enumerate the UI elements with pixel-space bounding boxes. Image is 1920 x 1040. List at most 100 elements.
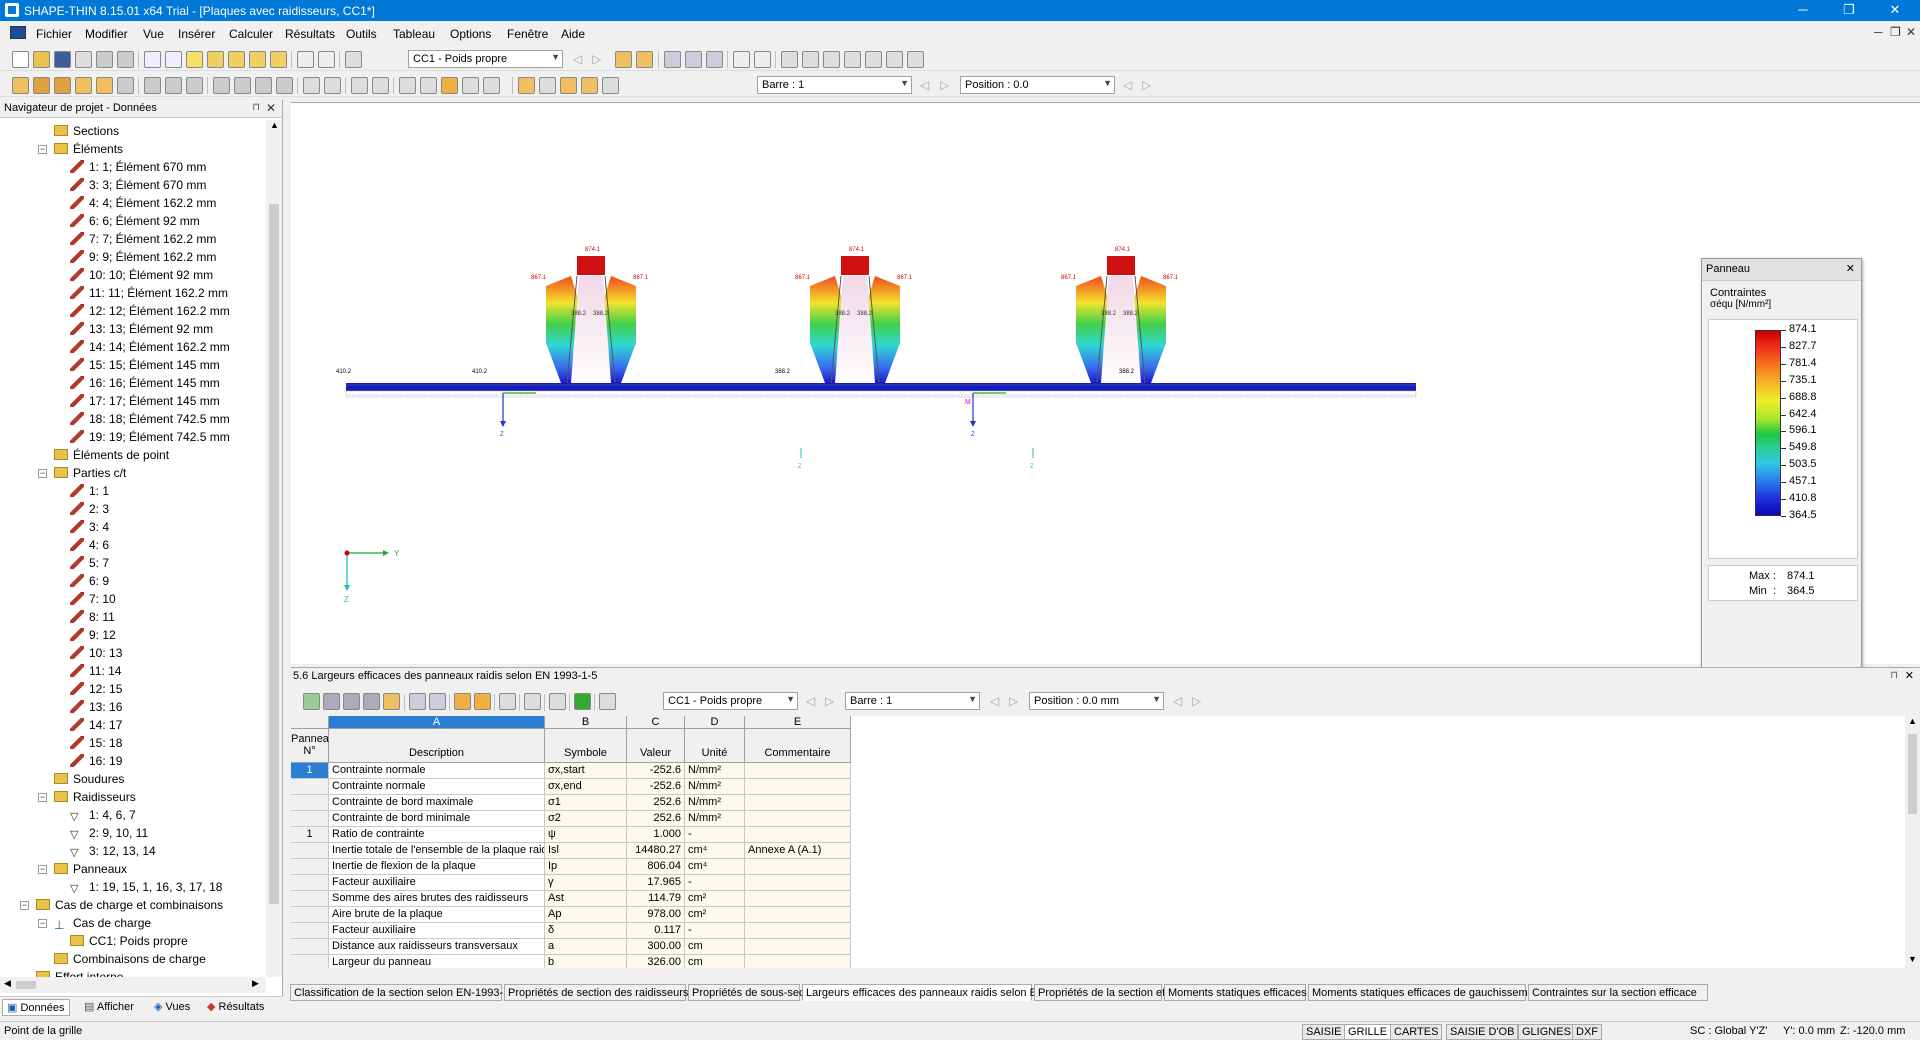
table-cell-comment[interactable]: Annexe A (A.1) bbox=[745, 843, 851, 859]
tree-item[interactable]: 3: 4 bbox=[70, 518, 109, 536]
sheet-tab[interactable]: Contraintes sur la section efficace bbox=[1528, 984, 1708, 1001]
status-saisie-obj-button[interactable]: SAISIE D'OB bbox=[1446, 1024, 1519, 1040]
close-button[interactable]: ✕ bbox=[1872, 0, 1918, 21]
table-close-icon[interactable]: ✕ bbox=[1905, 669, 1914, 682]
node-icon[interactable] bbox=[12, 77, 29, 94]
table-cell-description[interactable]: Contrainte normale bbox=[329, 763, 545, 779]
tree-item[interactable]: 6: 6; Élément 92 mm bbox=[70, 212, 200, 230]
table-cell-comment[interactable] bbox=[745, 907, 851, 923]
next-position-icon[interactable]: ▷ bbox=[1142, 78, 1151, 92]
table-cell-description[interactable]: Facteur auxiliaire bbox=[329, 923, 545, 939]
table-cell-symbol[interactable]: Ip bbox=[545, 859, 627, 875]
maximize-button[interactable]: ❐ bbox=[1826, 0, 1872, 21]
menu-tableau[interactable]: Tableau bbox=[393, 27, 435, 41]
tab-vues[interactable]: ◈ Vues bbox=[150, 999, 194, 1016]
table-cell-unit[interactable]: cm⁴ bbox=[685, 859, 745, 875]
table-cell-description[interactable]: Contrainte de bord minimale bbox=[329, 811, 545, 827]
table-cell-comment[interactable] bbox=[745, 795, 851, 811]
grid-vertical-scrollbar[interactable]: ▲ ▼ bbox=[1905, 716, 1920, 968]
table-cell-description[interactable]: Somme des aires brutes des raidisseurs bbox=[329, 891, 545, 907]
table-row-number[interactable]: 1 bbox=[291, 827, 329, 843]
table-cell-description[interactable]: Inertie de flexion de la plaque bbox=[329, 859, 545, 875]
tree-item[interactable]: 4: 6 bbox=[70, 536, 109, 554]
tree-item[interactable]: − Éléments bbox=[38, 140, 123, 158]
sheet-tab[interactable]: Largeurs efficaces des panneaux raidis s… bbox=[802, 984, 1092, 1001]
table-cell-unit[interactable]: N/mm² bbox=[685, 779, 745, 795]
loadcase-dropdown[interactable]: CC1 - Poids propre ▼ bbox=[408, 50, 563, 68]
table-cell-symbol[interactable]: σx,end bbox=[545, 779, 627, 795]
next-loadcase-icon[interactable]: ▷ bbox=[592, 52, 601, 66]
tree-item[interactable]: 12: 12; Élément 162.2 mm bbox=[70, 302, 230, 320]
table-cell-value[interactable]: 0.117 bbox=[627, 923, 685, 939]
next-icon[interactable]: ▷ bbox=[1009, 694, 1018, 708]
tree-item[interactable]: 11: 14 bbox=[70, 662, 121, 680]
prev-loadcase-icon[interactable]: ◁ bbox=[573, 52, 582, 66]
table-cell-unit[interactable]: - bbox=[685, 923, 745, 939]
table-row-number[interactable] bbox=[291, 923, 329, 939]
zoom-window-icon[interactable] bbox=[228, 51, 245, 68]
collapse-icon[interactable]: − bbox=[38, 919, 47, 928]
sigma-eq-icon[interactable] bbox=[483, 77, 500, 94]
tree-item[interactable]: 15: 18 bbox=[70, 734, 122, 752]
divide-icon[interactable] bbox=[213, 77, 230, 94]
table-cell-unit[interactable]: cm² bbox=[685, 891, 745, 907]
tree-item[interactable]: 7: 7; Élément 162.2 mm bbox=[70, 230, 216, 248]
extreme-icon[interactable] bbox=[581, 77, 598, 94]
table-row-number[interactable]: 1 bbox=[291, 763, 329, 779]
isolines-icon[interactable] bbox=[539, 77, 556, 94]
scroll-thumb[interactable] bbox=[16, 981, 36, 989]
tree-item[interactable]: 8: 11 bbox=[70, 608, 115, 626]
table-cell-comment[interactable] bbox=[745, 779, 851, 795]
next-bar-icon[interactable]: ▷ bbox=[940, 78, 949, 92]
table-cell-symbol[interactable]: ψ bbox=[545, 827, 627, 843]
menu-modifier[interactable]: Modifier bbox=[85, 27, 128, 41]
navigator-horizontal-scrollbar[interactable]: ◀ ▶ bbox=[0, 977, 266, 993]
menu-fenetre[interactable]: Fenêtre bbox=[507, 27, 548, 41]
scroll-up-icon[interactable]: ▲ bbox=[270, 120, 279, 130]
tree-item[interactable]: 11: 11; Élément 162.2 mm bbox=[70, 284, 228, 302]
tree-item[interactable]: 10: 10; Élément 92 mm bbox=[70, 266, 213, 284]
prev-bar-icon[interactable]: ◁ bbox=[920, 78, 929, 92]
next-table-icon[interactable] bbox=[429, 693, 446, 710]
collapse-icon[interactable]: − bbox=[38, 793, 47, 802]
table-cell-value[interactable]: 252.6 bbox=[627, 795, 685, 811]
navigator-vertical-scrollbar[interactable]: ▲ bbox=[266, 120, 282, 977]
print-graphic-icon[interactable] bbox=[117, 51, 134, 68]
tree-item[interactable]: 19: 19; Élément 742.5 mm bbox=[70, 428, 230, 446]
legend-panel[interactable]: Panneau ✕ Contraintes σéqu [N/mm²] 874.1… bbox=[1701, 258, 1862, 737]
export-icon[interactable] bbox=[303, 693, 320, 710]
menu-calculer[interactable]: Calculer bbox=[229, 27, 273, 41]
collapse-icon[interactable]: − bbox=[20, 901, 29, 910]
table-cell-symbol[interactable]: Ast bbox=[545, 891, 627, 907]
arc-icon[interactable] bbox=[54, 77, 71, 94]
col-b-header[interactable]: B bbox=[545, 716, 627, 729]
columns-icon[interactable] bbox=[363, 693, 380, 710]
table-cell-comment[interactable] bbox=[745, 955, 851, 968]
section-view-icon[interactable] bbox=[549, 693, 566, 710]
mdi-restore-icon[interactable]: ❐ bbox=[1890, 25, 1901, 39]
tree-item[interactable]: 4: 4; Élément 162.2 mm bbox=[70, 194, 216, 212]
save-icon[interactable] bbox=[54, 51, 71, 68]
next-icon[interactable]: ▷ bbox=[1192, 694, 1201, 708]
table-cell-value[interactable]: 326.00 bbox=[627, 955, 685, 968]
scroll-up-icon[interactable]: ▲ bbox=[1908, 716, 1917, 726]
table-cell-comment[interactable] bbox=[745, 891, 851, 907]
collapse-icon[interactable]: − bbox=[38, 469, 47, 478]
col-c-header[interactable]: C bbox=[627, 716, 685, 729]
table-cell-unit[interactable]: N/mm² bbox=[685, 811, 745, 827]
select-results-icon[interactable] bbox=[454, 693, 471, 710]
document-icon[interactable] bbox=[10, 26, 26, 39]
table-row-number[interactable] bbox=[291, 875, 329, 891]
table-cell-description[interactable]: Ratio de contrainte bbox=[329, 827, 545, 843]
table-cell-value[interactable]: -252.6 bbox=[627, 779, 685, 795]
menu-inserer[interactable]: Insérer bbox=[178, 27, 215, 41]
table-cell-unit[interactable]: - bbox=[685, 875, 745, 891]
table-cell-comment[interactable] bbox=[745, 875, 851, 891]
table-row-number[interactable] bbox=[291, 795, 329, 811]
prev-icon[interactable]: ◁ bbox=[1173, 694, 1182, 708]
point-icon[interactable] bbox=[96, 77, 113, 94]
tree-item[interactable]: Éléments de point bbox=[54, 446, 169, 464]
sigma-d-icon[interactable] bbox=[372, 77, 389, 94]
copy-icon[interactable] bbox=[165, 77, 182, 94]
cancel-icon[interactable] bbox=[602, 77, 619, 94]
